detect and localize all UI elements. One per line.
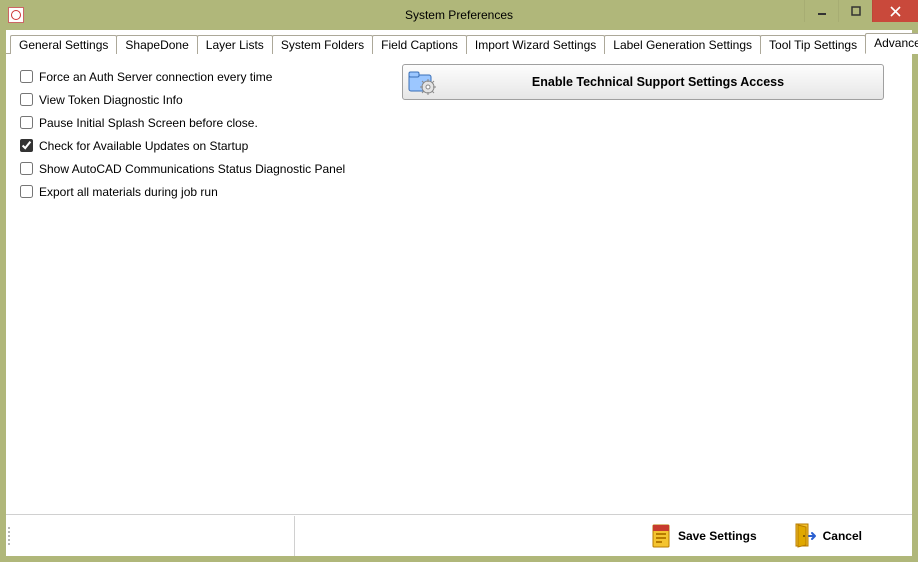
check-force-auth-input[interactable] (20, 70, 33, 83)
check-label: Force an Auth Server connection every ti… (39, 70, 272, 84)
window-frame: General Settings ShapeDone Layer Lists S… (6, 30, 912, 556)
tab-system-folders[interactable]: System Folders (272, 35, 373, 55)
tab-label: Tool Tip Settings (769, 38, 857, 52)
close-button[interactable] (872, 0, 918, 22)
check-label: Pause Initial Splash Screen before close… (39, 116, 258, 130)
footer-toolbar: Save Settings Cancel (6, 514, 912, 556)
check-force-auth[interactable]: Force an Auth Server connection every ti… (20, 68, 345, 85)
check-updates-startup-input[interactable] (20, 139, 33, 152)
tab-label: General Settings (19, 38, 108, 52)
toolbar-divider (294, 516, 295, 556)
check-pause-splash-input[interactable] (20, 116, 33, 129)
tab-page-advanced: Force an Auth Server connection every ti… (6, 54, 912, 514)
tab-layer-lists[interactable]: Layer Lists (197, 35, 273, 55)
tab-shapedone[interactable]: ShapeDone (116, 35, 197, 55)
cancel-label: Cancel (823, 529, 862, 543)
check-export-materials[interactable]: Export all materials during job run (20, 183, 345, 200)
check-label: Show AutoCAD Communications Status Diagn… (39, 162, 345, 176)
save-icon (650, 523, 672, 549)
check-label: Check for Available Updates on Startup (39, 139, 248, 153)
tab-label: System Folders (281, 38, 364, 52)
minimize-button[interactable] (804, 0, 838, 22)
maximize-icon (851, 6, 861, 16)
tab-label: Advanced Settings (874, 36, 918, 50)
tab-general-settings[interactable]: General Settings (10, 35, 117, 55)
tab-label: Field Captions (381, 38, 458, 52)
check-autocad-panel-input[interactable] (20, 162, 33, 175)
check-label: View Token Diagnostic Info (39, 93, 183, 107)
tab-strip: General Settings ShapeDone Layer Lists S… (6, 30, 912, 54)
check-view-token-input[interactable] (20, 93, 33, 106)
window-buttons (804, 0, 918, 22)
save-settings-label: Save Settings (678, 529, 757, 543)
cancel-button[interactable]: Cancel (785, 519, 872, 553)
tab-advanced-settings[interactable]: Advanced Settings (865, 33, 918, 54)
check-pause-splash[interactable]: Pause Initial Splash Screen before close… (20, 114, 345, 131)
window-title: System Preferences (0, 8, 918, 22)
check-autocad-panel[interactable]: Show AutoCAD Communications Status Diagn… (20, 160, 345, 177)
tab-label: ShapeDone (125, 38, 188, 52)
save-settings-button[interactable]: Save Settings (640, 519, 767, 553)
check-label: Export all materials during job run (39, 185, 218, 199)
tab-field-captions[interactable]: Field Captions (372, 35, 467, 55)
maximize-button[interactable] (838, 0, 872, 22)
advanced-checkbox-column: Force an Auth Server connection every ti… (20, 68, 345, 200)
close-icon (890, 6, 901, 17)
door-exit-icon (795, 523, 817, 549)
tab-label: Import Wizard Settings (475, 38, 596, 52)
minimize-icon (817, 6, 827, 16)
enable-tech-support-label: Enable Technical Support Settings Access (439, 75, 883, 89)
enable-tech-support-button[interactable]: Enable Technical Support Settings Access (402, 64, 884, 100)
check-export-materials-input[interactable] (20, 185, 33, 198)
tab-label: Label Generation Settings (613, 38, 752, 52)
tab-tool-tip-settings[interactable]: Tool Tip Settings (760, 35, 866, 55)
check-view-token[interactable]: View Token Diagnostic Info (20, 91, 345, 108)
titlebar: System Preferences (0, 0, 918, 30)
app-icon (8, 7, 24, 23)
check-updates-startup[interactable]: Check for Available Updates on Startup (20, 137, 345, 154)
tab-import-wizard-settings[interactable]: Import Wizard Settings (466, 35, 605, 55)
tab-label: Layer Lists (206, 38, 264, 52)
folder-gear-icon (407, 68, 439, 96)
toolbar-grip (8, 515, 14, 556)
tab-label-generation-settings[interactable]: Label Generation Settings (604, 35, 761, 55)
